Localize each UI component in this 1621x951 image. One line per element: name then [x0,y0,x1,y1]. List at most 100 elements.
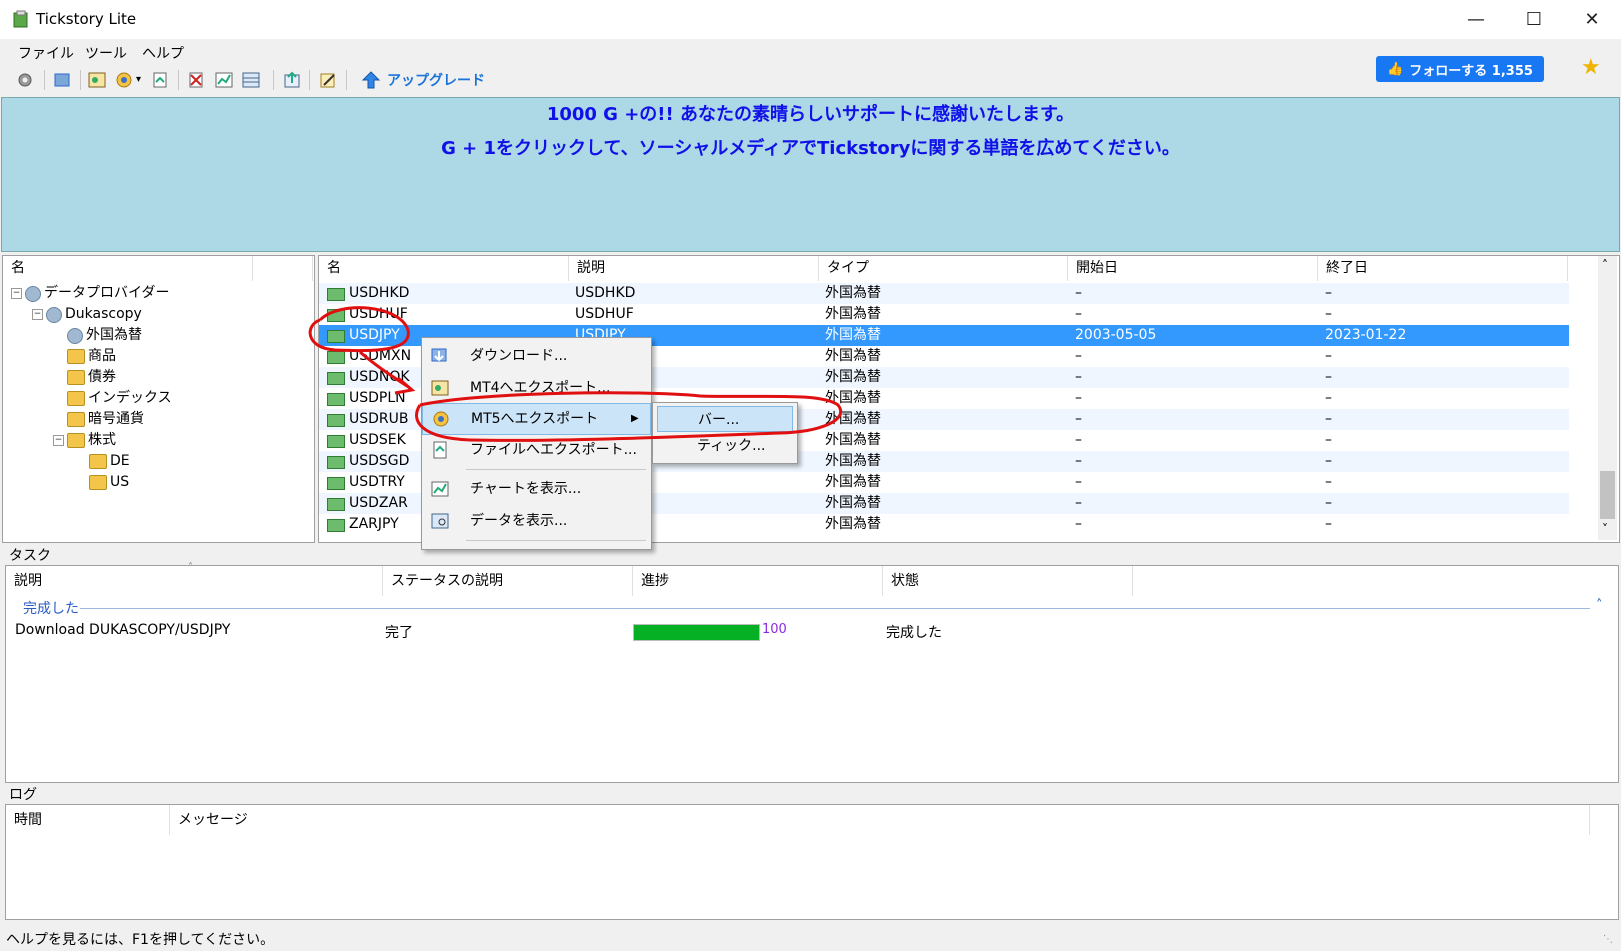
table-cell-end: – [1325,348,1332,364]
tree-node-commodities[interactable]: 商品 [67,346,116,367]
table-cell-end: – [1325,285,1332,301]
menu-item-label: ダウンロード... [470,348,568,364]
collapse-group-icon[interactable]: ˄ [1596,598,1603,613]
table-cell-desc: USDHKD [575,285,636,301]
maximize-button[interactable]: ☐ [1505,0,1563,39]
tree-node-dukascopy[interactable]: − Dukascopy [32,304,142,325]
tree-node-de[interactable]: DE [89,451,130,472]
table-cell-start: – [1075,495,1082,511]
table-cell-type: 外国為替 [825,516,881,532]
refresh-icon[interactable] [52,70,72,90]
table-row[interactable]: USDHUF USDHUF 外国為替 – – [319,304,1569,325]
vertical-scrollbar[interactable]: ˄ ˅ [1598,256,1617,540]
tree-node-crypto[interactable]: 暗号通貨 [67,409,144,430]
scrollbar-thumb[interactable] [1600,471,1615,519]
upgrade-arrow-icon[interactable] [361,70,381,90]
menu-item-export-mt4[interactable]: MT4へエクスポート... [422,373,651,403]
delete-data-icon[interactable] [186,70,206,90]
table-cell-name: USDTRY [349,474,405,490]
tree-node-bonds[interactable]: 債券 [67,367,116,388]
export-mt5-submenu: バー... ティック... [652,402,798,464]
table-cell-end: – [1325,474,1332,490]
star-icon[interactable]: ★ [1581,55,1601,80]
table-cell-end: – [1325,516,1332,532]
follow-button[interactable]: 👍 フォローする 1,355 [1376,56,1544,82]
menu-item-export-mt5[interactable]: MT5へエクスポート ▶ [422,403,651,435]
tree-node-us[interactable]: US [89,472,129,493]
folder-icon [67,370,85,385]
column-header-type[interactable]: タイプ [819,256,1068,281]
currency-icon [327,351,345,364]
task-header-progress[interactable]: 進捗 [633,566,883,596]
table-row[interactable]: USDHKD USDHKD 外国為替 – – [319,283,1569,304]
collapse-icon[interactable]: − [53,435,64,446]
table-cell-type: 外国為替 [825,369,881,385]
download-icon [431,348,447,362]
log-header-message[interactable]: メッセージ [170,805,1590,835]
table-cell-start: – [1075,390,1082,406]
column-header-name[interactable]: 名 [319,256,569,281]
dropdown-arrow-icon[interactable]: ▾ [136,74,141,85]
close-button[interactable]: ✕ [1563,0,1621,39]
table-cell-type: 外国為替 [825,285,881,301]
table-cell-type: 外国為替 [825,390,881,406]
progress-bar [633,624,760,641]
task-header-state[interactable]: 状態 [883,566,1133,596]
column-header-end-date[interactable]: 終了日 [1318,256,1568,281]
folder-icon [67,349,85,364]
log-header-time[interactable]: 時間 [6,805,170,835]
file-export-icon[interactable] [150,70,170,90]
toolbar-separator [80,70,82,90]
column-header-start-date[interactable]: 開始日 [1068,256,1318,281]
minimize-button[interactable]: — [1447,0,1505,39]
table-cell-start: 2003-05-05 [1075,327,1157,343]
column-header-description[interactable]: 説明 [569,256,819,281]
menu-item-label: データを表示... [470,513,568,529]
menu-item-show-data[interactable]: データを表示... [422,506,651,536]
mt4-export-icon[interactable] [87,70,107,90]
scroll-down-icon[interactable]: ˅ [1602,522,1608,536]
menu-item-download[interactable]: ダウンロード... [422,341,651,371]
task-header-description[interactable]: 説明 [6,566,383,596]
table-cell-type: 外国為替 [825,348,881,364]
table-cell-end: – [1325,432,1332,448]
mt5-export-icon[interactable] [114,70,134,90]
table-cell-type: 外国為替 [825,453,881,469]
settings-icon[interactable] [15,70,35,90]
collapse-icon[interactable]: − [11,288,22,299]
scroll-up-icon[interactable]: ˄ [1602,258,1608,272]
menu-file[interactable]: ファイル [18,43,74,63]
upgrade-button[interactable]: アップグレード [387,70,485,90]
edit-icon[interactable] [318,70,338,90]
tree-node-stocks[interactable]: − 株式 [53,430,116,451]
tree-label: Dukascopy [65,306,142,322]
tree-node-indices[interactable]: インデックス [67,388,172,409]
collapse-icon[interactable]: − [32,309,43,320]
task-list: 説明 ˄ ステータスの説明 進捗 状態 完成した ˄ Download DUKA… [5,562,1619,783]
promo-banner: 1000 G +の!! あなたの素晴らしいサポートに感謝いたします。 G + 1… [1,97,1620,252]
status-text: ヘルプを見るには、F1を押してください。 [6,932,275,948]
menu-tools[interactable]: ツール [85,43,127,63]
tree-node-root[interactable]: − データプロバイダー [11,283,169,304]
data-view-icon[interactable] [241,70,261,90]
banner-line-2: G + 1をクリックして、ソーシャルメディアでTickstoryに関する単語を広… [441,138,1180,159]
task-header-status[interactable]: ステータスの説明 [383,566,633,596]
follow-label: フォローする 1,355 [1409,63,1533,79]
table-cell-name: USDMXN [349,348,412,364]
tree-label: 債券 [88,369,116,385]
menu-separator [466,469,646,470]
submenu-item-ticks[interactable]: ティック... [657,433,793,459]
table-cell-type: 外国為替 [825,327,881,343]
thumbs-up-icon: 👍 [1387,61,1404,77]
menu-help[interactable]: ヘルプ [142,43,184,63]
share-icon[interactable] [282,70,302,90]
menu-item-show-chart[interactable]: チャートを表示... [422,474,651,504]
currency-icon [327,477,345,490]
resize-grip-icon[interactable]: ⋱ [1603,934,1613,945]
tree-node-forex[interactable]: 外国為替 [67,325,142,346]
menu-item-export-file[interactable]: ファイルへエクスポート... [422,435,651,465]
chart-icon[interactable] [214,70,234,90]
submenu-item-bars[interactable]: バー... [657,406,793,432]
folder-icon [89,475,107,490]
table-cell-end: 2023-01-22 [1325,327,1407,343]
